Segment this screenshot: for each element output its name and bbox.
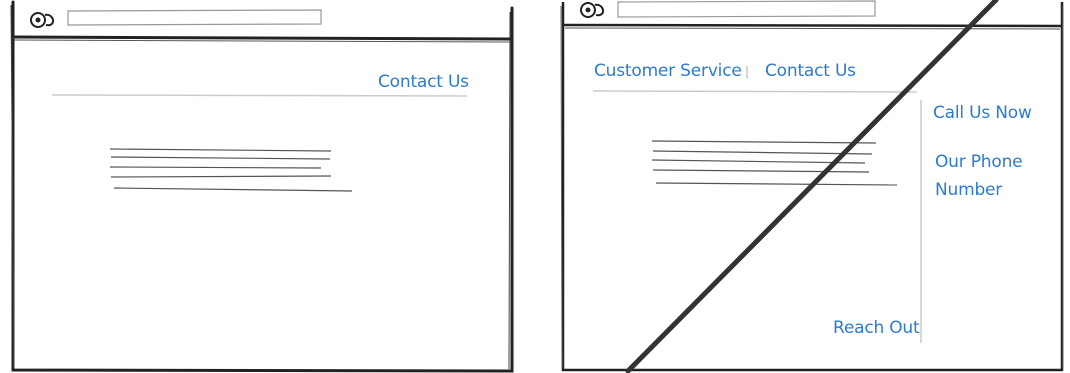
nav-link-customer-service[interactable]: Customer Service <box>594 61 742 81</box>
wireframe-comparison: Contact Us Customer Service Contact Us C… <box>0 0 1070 373</box>
right-text-placeholder <box>651 140 898 186</box>
sidebar-link-our-phone-number[interactable]: Our Phone Number <box>935 148 1035 204</box>
link-reach-out[interactable]: Reach Out <box>833 318 920 338</box>
eye-logo-icon <box>580 2 604 18</box>
nav-link-contact-us[interactable]: Contact Us <box>765 61 856 81</box>
sidebar-link-call-us-now[interactable]: Call Us Now <box>933 103 1032 123</box>
